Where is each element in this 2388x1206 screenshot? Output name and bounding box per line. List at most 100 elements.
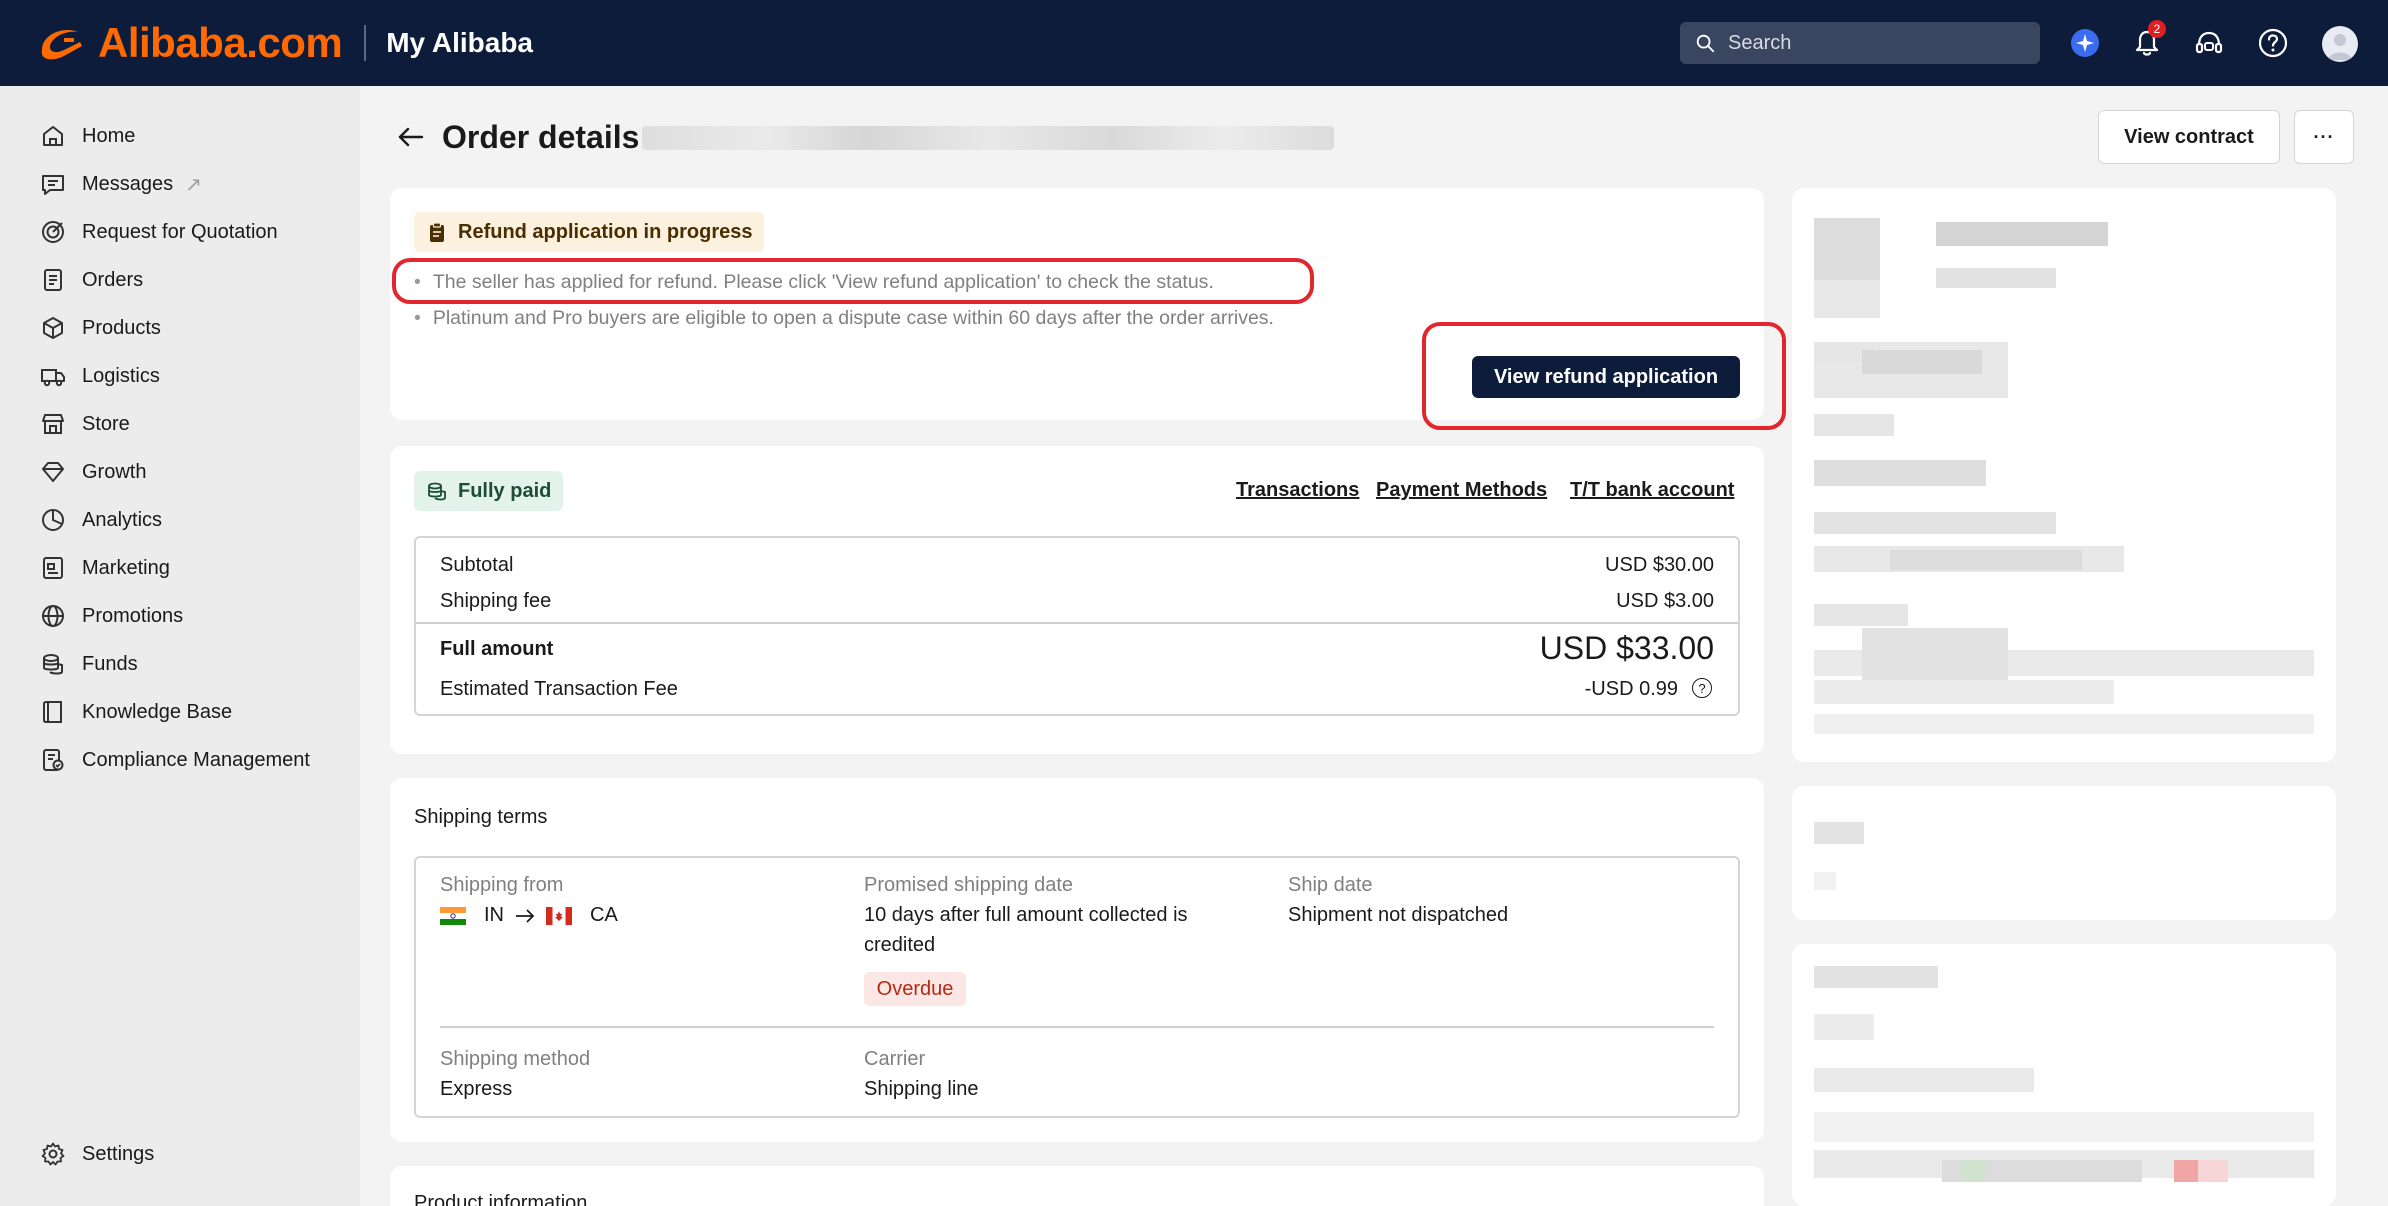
brand-name: Alibaba.com bbox=[98, 19, 343, 66]
headset-icon bbox=[2195, 31, 2223, 54]
full-amount-label: Full amount bbox=[440, 638, 554, 660]
sidebar-item-compliance[interactable]: Compliance Management bbox=[40, 740, 310, 780]
globe-icon bbox=[42, 605, 64, 627]
transaction-fee-value: -USD 0.99 bbox=[1584, 678, 1678, 700]
ai-sparkle-icon bbox=[2071, 29, 2099, 57]
sidebar-item-label: Promotions bbox=[82, 604, 184, 627]
shipping-from-label: Shipping from bbox=[440, 874, 564, 896]
sidebar-item-home[interactable]: Home bbox=[40, 116, 135, 156]
origin-country: IN bbox=[484, 904, 504, 926]
subtotal-value: USD $30.00 bbox=[1605, 554, 1714, 576]
redacted-order-number bbox=[642, 126, 1334, 150]
page-title: Order details bbox=[442, 118, 640, 155]
help-icon[interactable]: ? bbox=[1692, 678, 1712, 698]
carrier-label: Carrier bbox=[864, 1048, 926, 1070]
summary-divider bbox=[416, 622, 1738, 624]
home-icon bbox=[43, 126, 63, 146]
sidebar-item-messages[interactable]: Messages ↗ bbox=[40, 164, 202, 204]
redacted-info-card bbox=[1792, 786, 2336, 920]
analytics-icon bbox=[42, 509, 64, 531]
sidebar-item-label: Products bbox=[82, 316, 161, 339]
sidebar-item-label: Analytics bbox=[82, 508, 163, 531]
sidebar-item-products[interactable]: Products bbox=[40, 308, 161, 348]
india-flag-icon bbox=[440, 906, 466, 925]
sidebar-item-growth[interactable]: Growth bbox=[40, 452, 146, 492]
sidebar-item-promotions[interactable]: Promotions bbox=[40, 596, 183, 636]
sidebar-item-settings[interactable]: Settings bbox=[40, 1134, 154, 1174]
promised-date-value-line1: 10 days after full amount collected is bbox=[864, 904, 1188, 926]
payment-status-text: Fully paid bbox=[458, 479, 552, 502]
sidebar-item-logistics[interactable]: Logistics bbox=[40, 356, 160, 396]
shipping-terms-title: Shipping terms bbox=[414, 806, 548, 828]
sidebar-item-label: Store bbox=[82, 412, 130, 435]
shipping-details-box bbox=[414, 856, 1740, 1118]
user-avatar[interactable] bbox=[2322, 26, 2358, 62]
tt-bank-account-link[interactable]: T/T bank account bbox=[1570, 479, 1734, 502]
refund-status-badge: Refund application in progress bbox=[414, 212, 765, 252]
sidebar-item-marketing[interactable]: Marketing bbox=[40, 548, 170, 588]
search-placeholder: Search bbox=[1728, 31, 1792, 54]
sidebar-item-label: Marketing bbox=[82, 556, 170, 579]
customer-service-button[interactable] bbox=[2190, 24, 2228, 62]
sidebar-item-funds[interactable]: Funds bbox=[40, 644, 138, 684]
notifications-button[interactable]: 2 bbox=[2128, 20, 2166, 62]
book-icon bbox=[43, 701, 62, 723]
subtotal-label: Subtotal bbox=[440, 554, 514, 576]
sidebar-item-label: Messages bbox=[82, 172, 174, 195]
help-icon bbox=[2258, 28, 2288, 58]
sidebar-item-label: Funds bbox=[82, 652, 138, 675]
compliance-icon bbox=[43, 749, 64, 771]
sidebar-item-label: Growth bbox=[82, 460, 147, 483]
section-title[interactable]: My Alibaba bbox=[386, 27, 533, 59]
truck-icon bbox=[41, 369, 65, 387]
shipping-route: IN CA bbox=[440, 904, 618, 927]
transaction-fee-label: Estimated Transaction Fee bbox=[440, 678, 678, 700]
store-icon bbox=[42, 414, 64, 434]
coins-icon bbox=[43, 654, 63, 675]
sidebar-item-analytics[interactable]: Analytics bbox=[40, 500, 162, 540]
product-information-title: Product information bbox=[414, 1192, 588, 1206]
ai-assistant-button[interactable] bbox=[2066, 24, 2104, 62]
arrow-right-icon bbox=[516, 908, 535, 923]
view-contract-button[interactable]: View contract bbox=[2098, 110, 2280, 164]
help-button[interactable] bbox=[2254, 24, 2292, 62]
canada-flag-icon bbox=[546, 906, 572, 925]
alibaba-logo[interactable]: Alibaba.com bbox=[34, 19, 343, 67]
promised-date-label: Promised shipping date bbox=[864, 874, 1074, 896]
marketing-icon bbox=[43, 557, 63, 579]
redacted-supplier-card bbox=[1792, 188, 2336, 762]
target-icon bbox=[42, 221, 64, 243]
search-icon bbox=[1696, 34, 1715, 53]
clipboard-icon bbox=[430, 222, 444, 242]
sidebar-item-store[interactable]: Store bbox=[40, 404, 130, 444]
sidebar-item-label: Compliance Management bbox=[82, 748, 310, 771]
page-header: Order details bbox=[396, 112, 639, 162]
alibaba-logo-icon bbox=[41, 30, 82, 60]
shipping-method-label: Shipping method bbox=[440, 1048, 591, 1070]
gear-icon bbox=[41, 1142, 65, 1166]
payment-methods-link[interactable]: Payment Methods bbox=[1376, 479, 1547, 502]
shipping-divider bbox=[440, 1026, 1714, 1028]
destination-country: CA bbox=[590, 904, 618, 926]
promised-date-value-line2: credited bbox=[864, 934, 936, 956]
sidebar-item-rfq[interactable]: Request for Quotation bbox=[40, 212, 278, 252]
more-options-button[interactable]: ··· bbox=[2294, 110, 2354, 164]
back-arrow-icon[interactable] bbox=[396, 122, 426, 152]
redacted-details-card bbox=[1792, 944, 2336, 1206]
payment-status-badge: Fully paid bbox=[414, 471, 564, 511]
notification-badge: 2 bbox=[2148, 20, 2166, 38]
top-bar: Alibaba.com My Alibaba Search 2 bbox=[0, 0, 2388, 86]
sidebar-item-label: Logistics bbox=[82, 364, 160, 387]
settings-label: Settings bbox=[82, 1142, 155, 1165]
sidebar-item-orders[interactable]: Orders bbox=[40, 260, 143, 300]
search-input[interactable]: Search bbox=[1680, 22, 2040, 64]
sidebar: Home Messages ↗ Request for Quotation Or… bbox=[0, 86, 360, 1206]
ship-date-label: Ship date bbox=[1288, 874, 1373, 896]
user-avatar-icon bbox=[2328, 34, 2352, 60]
box-icon bbox=[43, 317, 63, 339]
carrier-value: Shipping line bbox=[864, 1078, 979, 1100]
transactions-link[interactable]: Transactions bbox=[1236, 479, 1359, 502]
highlight-annotation-button bbox=[1422, 322, 1786, 430]
sidebar-item-knowledge-base[interactable]: Knowledge Base bbox=[40, 692, 232, 732]
diamond-icon bbox=[42, 462, 64, 482]
